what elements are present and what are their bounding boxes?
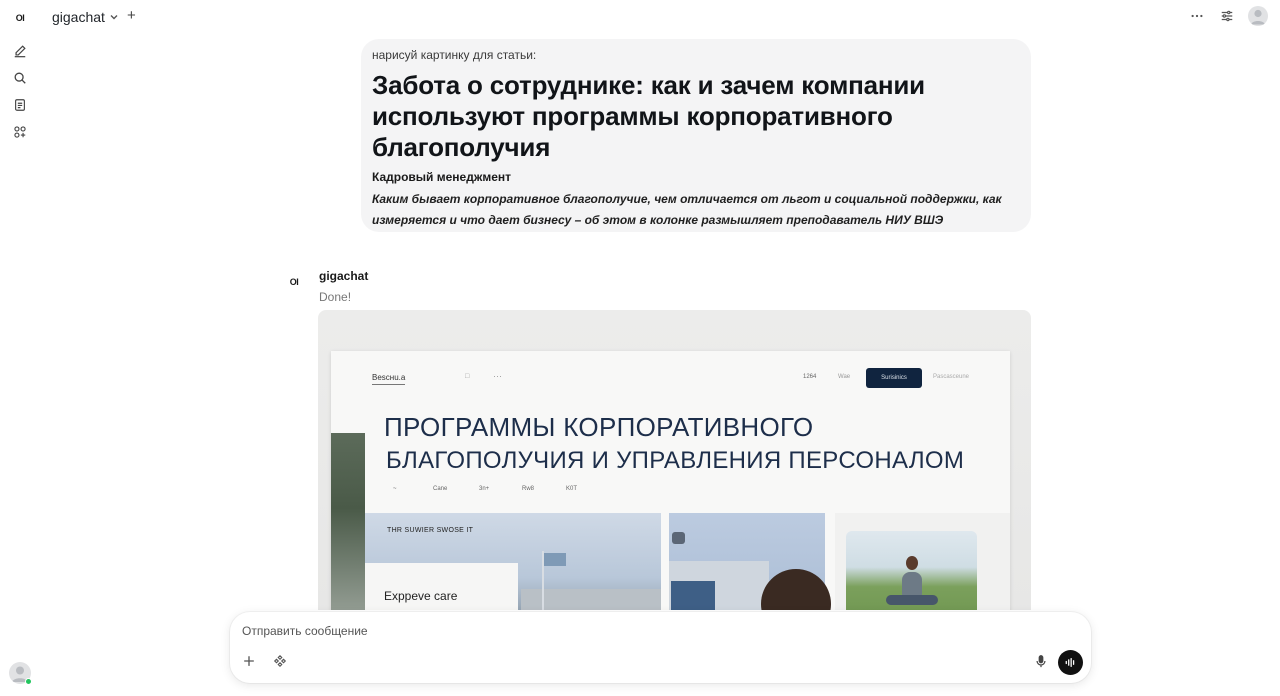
generated-image[interactable]: Bescнu.a □ ··· 1264 Wae Surisinics Pasca… [318,310,1031,610]
image-subnav-item: 3n+ [479,486,490,492]
image-headline: ПРОГРАММЫ КОРПОРАТИВНОГО БЛАГОПОЛУЧИЯ И … [384,411,964,477]
article-lead: Каким бывает корпоративное благополучие,… [372,189,1020,231]
message-input[interactable] [242,622,1022,640]
image-nav-link: 1264 [803,374,817,380]
image-windows [671,581,715,610]
image-nav-logo: Bescнu.a [372,373,406,385]
assistant-avatar: OI [289,277,299,287]
image-yoga-person [886,595,938,605]
image-card-title: Exppeve care [384,589,458,603]
image-card-tag [672,532,685,544]
tools-icon[interactable] [269,650,291,672]
workspace-icon[interactable] [11,123,29,141]
voice-mode-icon[interactable] [1058,650,1083,675]
more-icon[interactable] [1188,7,1206,25]
notes-icon[interactable] [11,96,29,114]
user-avatar[interactable] [1248,6,1268,26]
image-flag [544,553,566,566]
model-name: gigachat [52,9,105,25]
online-status-dot [25,678,32,685]
image-nav-link: Wae [838,374,851,380]
assistant-name: gigachat [319,269,369,283]
image-yoga-person [906,556,918,570]
article-lead-line2: измеряется и что дает бизнесу – об этом … [372,213,944,227]
user-message-bubble: нарисуй картинку для статьи: Забота о со… [361,39,1031,232]
add-model-icon[interactable]: + [127,8,136,24]
image-subnav-item: Cane [433,486,448,492]
image-nav-item: ··· [493,371,502,381]
image-card-label: THR SUWIER SWOSE IТ [387,527,474,534]
article-title: Забота о сотруднике: как и зачем компани… [372,70,925,162]
microphone-icon[interactable] [1030,650,1052,672]
plus-icon[interactable] [238,650,260,672]
image-subnav-item: Rw8 [522,486,535,492]
image-nav-link: Pascasceune [933,374,970,380]
controls-icon[interactable] [1218,7,1236,25]
image-headline-line1: ПРОГРАММЫ КОРПОРАТИВНОГО [384,412,814,442]
assistant-status: Done! [319,290,352,304]
top-right-controls [1188,6,1268,26]
image-tree-photo [331,433,365,610]
user-prompt-text: нарисуй картинку для статьи: [372,48,537,62]
image-subnav-item: K0T [566,486,578,492]
article-rubric: Кадровый менеджмент [372,170,512,184]
image-headline-line2: БЛАГОПОЛУЧИЯ И УПРАВЛЕНИЯ ПЕРСОНАЛОМ [386,447,965,474]
new-chat-icon[interactable] [11,42,29,60]
chevron-down-icon [110,15,118,20]
chat-app: OI gigachat + нарисуй картинку для стать… [0,0,1280,696]
image-subnav-item: ~ [393,486,397,492]
app-logo[interactable]: OI [10,11,30,25]
message-composer [230,612,1091,683]
model-selector[interactable]: gigachat [52,8,119,26]
image-nav-item: □ [465,373,470,380]
search-icon[interactable] [11,69,29,87]
image-nav-button: Surisinics [866,368,922,388]
image-yoga-person [902,572,922,596]
sidebar-rail: OI [0,0,40,696]
image-mock-webpage: Bescнu.a □ ··· 1264 Wae Surisinics Pasca… [331,351,1010,610]
article-lead-line1: Каким бывает корпоративное благополучие,… [372,192,1002,206]
